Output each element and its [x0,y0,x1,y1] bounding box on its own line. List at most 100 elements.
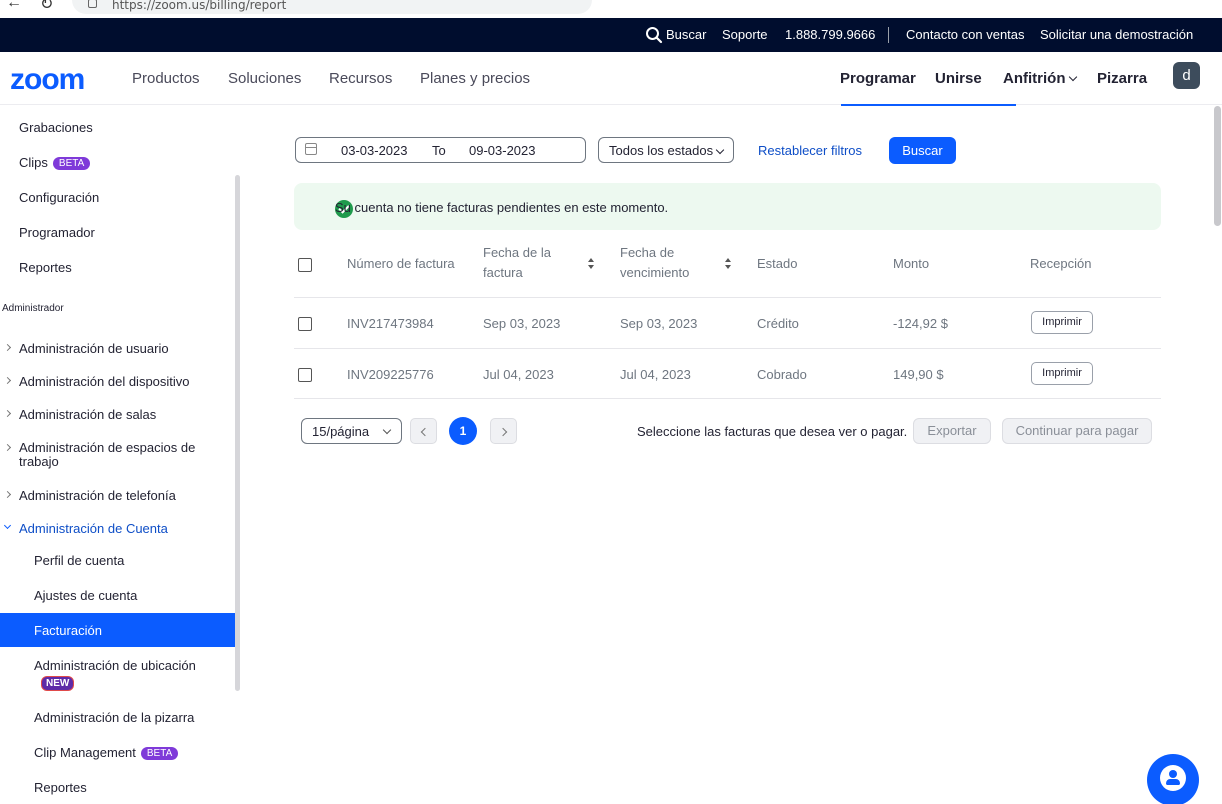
search-link[interactable]: Buscar [666,27,706,42]
sidebar-item-device-mgmt[interactable]: Administración del dispositivo [19,374,190,389]
address-bar[interactable]: https://zoom.us/billing/report [72,0,592,14]
search-icon[interactable] [645,26,663,44]
beta-badge: BETA [52,157,91,170]
sidebar-scrollbar[interactable] [235,175,240,691]
nav-solutions[interactable]: Soluciones [228,70,301,87]
sidebar: Grabaciones Clips BETA Configuración Prog… [0,106,241,804]
chat-support-button[interactable] [1147,754,1199,804]
sidebar-item-billing[interactable]: Facturación [0,613,236,647]
chevron-right-icon [3,443,12,452]
page-size-value: 15/página [312,424,370,439]
row-divider [294,348,1161,349]
cell-due-date: Jul 04, 2023 [620,367,691,382]
col-invoice-number: Número de factura [347,256,455,271]
status-filter-value: Todos los estados [609,143,714,158]
sidebar-item-sub-reports[interactable]: Reportes [34,780,87,795]
nav-active-underline [841,104,1016,106]
sidebar-item-settings[interactable]: Configuración [19,190,99,205]
nav-plans-pricing[interactable]: Planes y precios [420,70,530,87]
date-from-value: 03-03-2023 [341,143,408,158]
nav-host-label: Anfitrión [1003,70,1066,87]
col-invoice-date-line2: factura [483,265,523,280]
sidebar-item-reports[interactable]: Reportes [19,260,72,275]
page-size-select[interactable]: 15/página [301,418,402,444]
page-info-icon[interactable] [88,0,97,8]
date-range-picker[interactable]: 03-03-2023 To 09-03-2023 [295,137,586,163]
sidebar-item-workspace-mgmt[interactable]: Administración de espacios de trabajo [19,441,214,469]
sidebar-item-clip-management[interactable]: Clip Management BETA [34,745,179,760]
col-due-date-line1: Fecha de [620,245,675,260]
sidebar-item-scheduler[interactable]: Programador [19,225,95,240]
row-checkbox[interactable] [298,317,312,331]
back-arrow-icon[interactable]: ← [6,0,22,12]
info-alert: Su cuenta no tiene facturas pendientes e… [294,183,1161,230]
selection-hint: Seleccione las facturas que desea ver o … [637,424,908,439]
sidebar-item-user-mgmt[interactable]: Administración de usuario [19,341,169,356]
sidebar-item-account-mgmt[interactable]: Administración de Cuenta [19,521,168,536]
sort-icon[interactable] [725,257,732,271]
request-demo-link[interactable]: Solicitar una demostración [1040,27,1193,42]
search-button[interactable]: Buscar [889,137,956,164]
sidebar-item-account-profile[interactable]: Perfil de cuenta [34,553,124,568]
nav-resources[interactable]: Recursos [329,70,392,87]
cell-invoice-date: Sep 03, 2023 [483,316,561,331]
sidebar-item-whiteboard-mgmt[interactable]: Administración de la pizarra [34,710,194,725]
sidebar-item-account-settings[interactable]: Ajustes de cuenta [34,588,137,603]
cell-due-date: Sep 03, 2023 [620,316,698,331]
chevron-right-icon [3,376,12,385]
sidebar-item-clips[interactable]: Clips BETA [19,155,91,170]
col-due-date-line2: vencimiento [620,265,690,280]
cell-status: Crédito [757,316,799,331]
topbar-divider [888,27,889,43]
nav-host[interactable]: Anfitrión [1003,70,1078,87]
cell-invoice-date: Jul 04, 2023 [483,367,554,382]
page-scrollbar[interactable] [1214,106,1221,226]
nav-join[interactable]: Unirse [935,70,982,87]
print-button[interactable]: Imprimir [1031,362,1093,385]
sidebar-item-location-mgmt[interactable]: Administración de ubicación [34,658,196,673]
col-status: Estado [757,256,798,271]
chevron-right-icon [3,409,12,418]
select-all-checkbox[interactable] [298,258,312,272]
col-amount: Monto [893,256,930,271]
chat-icon [1160,765,1186,791]
main-nav: zoom Productos Soluciones Recursos Plane… [0,52,1222,106]
nav-whiteboard[interactable]: Pizarra [1097,70,1147,87]
row-checkbox[interactable] [298,368,312,382]
prev-page-button[interactable] [410,418,437,444]
phone-link[interactable]: 1.888.799.9666 [785,27,875,42]
sidebar-item-recordings[interactable]: Grabaciones [19,120,93,135]
chevron-down-icon [715,145,725,155]
print-button[interactable]: Imprimir [1031,311,1093,334]
current-page[interactable]: 1 [449,417,477,445]
top-utility-bar: Buscar Soporte 1.888.799.9666 Contacto c… [0,18,1222,52]
sort-icon[interactable] [588,257,595,271]
next-page-button[interactable] [490,418,517,444]
cell-invoice-number: INV217473984 [347,316,434,331]
sidebar-item-phone-mgmt[interactable]: Administración de telefonía [19,488,176,503]
sidebar-section-admin: Administrador [2,303,64,314]
continue-to-pay-button[interactable]: Continuar para pagar [1002,418,1152,444]
contact-sales-link[interactable]: Contacto con ventas [906,27,1025,42]
zoom-logo[interactable]: zoom [10,63,85,97]
nav-products[interactable]: Productos [132,70,200,87]
calendar-icon [305,143,317,155]
avatar[interactable]: d [1173,62,1200,89]
alert-message: Su cuenta no tiene facturas pendientes e… [335,200,669,215]
reload-icon[interactable]: ↻ [40,0,53,14]
chevron-down-icon [1069,72,1078,82]
cell-invoice-number: INV209225776 [347,367,434,382]
status-filter-select[interactable]: Todos los estados [598,137,734,163]
sidebar-item-room-mgmt[interactable]: Administración de salas [19,407,156,422]
chevron-down-icon [382,425,392,435]
beta-badge: BETA [140,747,179,760]
col-receipt: Recepción [1030,256,1092,271]
cell-status: Cobrado [757,367,807,382]
reset-filters-link[interactable]: Restablecer filtros [758,143,862,158]
export-button[interactable]: Exportar [913,418,991,444]
cell-amount: 149,90 $ [893,367,944,382]
browser-bar: ← ↻ https://zoom.us/billing/report [0,0,1222,18]
nav-schedule[interactable]: Programar [840,70,916,87]
cell-amount: -124,92 $ [893,316,948,331]
support-link[interactable]: Soporte [722,27,768,42]
